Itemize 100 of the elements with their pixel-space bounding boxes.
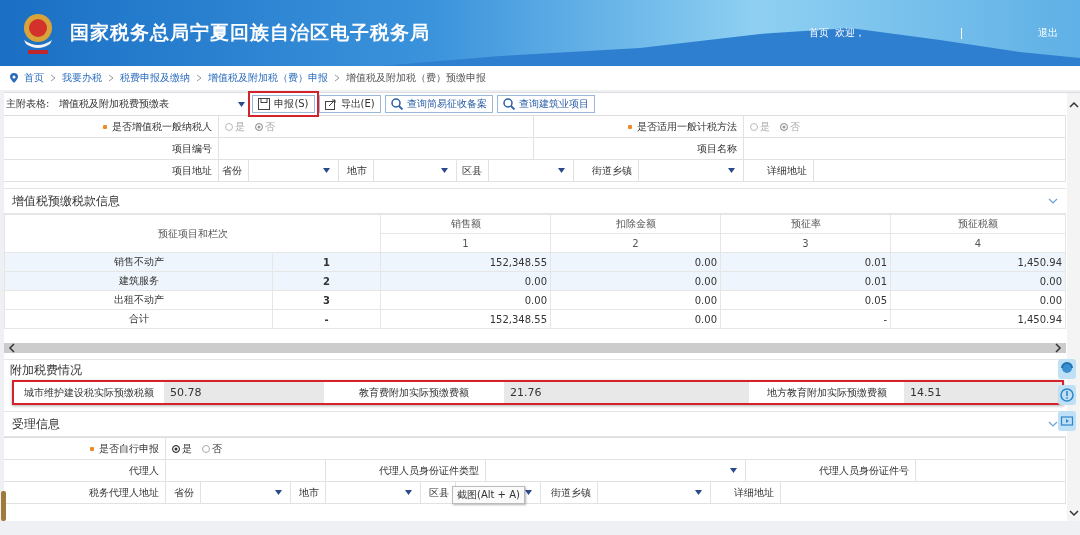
table-cell: 0.05 bbox=[720, 290, 891, 310]
video-icon bbox=[1058, 411, 1076, 431]
caret-icon bbox=[525, 490, 532, 495]
field-label: 地市 bbox=[299, 485, 319, 500]
chevron-right-icon bbox=[50, 74, 56, 82]
field-label: 详细地址 bbox=[734, 485, 774, 500]
table-cell: 3 bbox=[272, 290, 381, 310]
form-label: 主附表格: bbox=[6, 97, 50, 111]
field-label: 代理人 bbox=[129, 463, 159, 478]
radio-button[interactable] bbox=[202, 444, 210, 453]
table-cell: 合计 bbox=[4, 309, 273, 329]
column-header: 销售额 bbox=[380, 214, 551, 234]
chevron-right-icon bbox=[334, 74, 340, 82]
chevron-down-icon bbox=[1048, 198, 1058, 204]
breadcrumb-link[interactable]: 增值税及附加税（费）预缴申报 bbox=[346, 71, 486, 85]
field-label: 地方教育附加实际预缴费额 bbox=[749, 382, 904, 403]
chevron-right-icon bbox=[108, 74, 114, 82]
radio-option: 否 bbox=[780, 119, 800, 134]
field-label: 是否适用一般计税方法 bbox=[627, 119, 737, 134]
caret-icon bbox=[730, 468, 737, 473]
field-label: 税务代理人地址 bbox=[89, 485, 159, 500]
exclamation-icon bbox=[1058, 385, 1076, 405]
resize-handle[interactable] bbox=[1, 491, 6, 521]
column-number: 2 bbox=[550, 233, 721, 253]
breadcrumb-link[interactable]: 税费申报及缴纳 bbox=[120, 71, 190, 85]
readonly-field: 50.78 bbox=[164, 382, 324, 403]
radio-option[interactable]: 是 bbox=[172, 441, 192, 456]
location-pin-icon bbox=[10, 73, 18, 83]
search-button[interactable]: 查询建筑业项目 bbox=[496, 95, 595, 113]
field-label: 项目编号 bbox=[172, 141, 212, 156]
field-label: 城市维护建设税实际预缴税额 bbox=[14, 382, 164, 403]
scroll-down-icon bbox=[1068, 510, 1079, 517]
section-title: 受理信息 bbox=[12, 415, 60, 433]
tooltip: 截图(Alt + A) bbox=[452, 486, 525, 504]
column-header: 扣除金额 bbox=[550, 214, 721, 234]
caret-icon bbox=[238, 101, 246, 107]
field-label: 省份 bbox=[222, 163, 242, 178]
radio-option: 否 bbox=[255, 119, 275, 134]
search-icon bbox=[502, 98, 515, 110]
table-cell: - bbox=[272, 309, 381, 329]
home-link[interactable]: 首页 bbox=[809, 26, 829, 40]
field-label: 项目地址 bbox=[172, 163, 212, 178]
scroll-right-icon bbox=[1055, 343, 1062, 353]
breadcrumb-link[interactable]: 增值税及附加税（费）申报 bbox=[208, 71, 328, 85]
radio-option: 是 bbox=[750, 119, 770, 134]
caret-icon bbox=[695, 490, 702, 495]
caret-icon bbox=[275, 490, 282, 495]
search-button[interactable]: 查询简易征收备案 bbox=[384, 95, 493, 113]
breadcrumb-link[interactable]: 我要办税 bbox=[62, 71, 102, 85]
column-header: 预征项目和栏次 bbox=[4, 214, 381, 253]
caret-icon bbox=[728, 168, 735, 173]
field-label: 地市 bbox=[347, 163, 367, 178]
table-cell: 0.00 bbox=[380, 290, 551, 310]
export-icon bbox=[324, 98, 337, 110]
caret-icon bbox=[323, 168, 330, 173]
field-label: 区县 bbox=[462, 163, 482, 178]
column-number: 1 bbox=[380, 233, 551, 253]
table-cell: 0.00 bbox=[890, 290, 1066, 310]
field-label: 项目名称 bbox=[697, 141, 737, 156]
export-button[interactable]: 导出(E) bbox=[318, 95, 381, 113]
column-number: 4 bbox=[890, 233, 1066, 253]
scroll-left-icon bbox=[8, 343, 15, 353]
caret-icon bbox=[558, 168, 565, 173]
field-label: 街道乡镇 bbox=[592, 163, 632, 178]
radio-option[interactable]: 否 bbox=[202, 441, 222, 456]
radio-option: 是 bbox=[225, 119, 245, 134]
greeting-text: 欢迎， bbox=[835, 26, 865, 40]
chevron-down-icon bbox=[1048, 421, 1058, 427]
site-title: 国家税务总局宁夏回族自治区电子税务局 bbox=[70, 20, 430, 45]
chevron-right-icon bbox=[196, 74, 202, 82]
field-label: 是否增值税一般纳税人 bbox=[102, 119, 212, 134]
field-label: 是否自行申报 bbox=[89, 441, 159, 456]
breadcrumb-link[interactable]: 首页 bbox=[24, 71, 44, 85]
table-cell: 出租不动产 bbox=[4, 290, 273, 310]
horizontal-scrollbar[interactable] bbox=[4, 343, 1066, 353]
field-label: 详细地址 bbox=[767, 163, 807, 178]
table-cell: 0.00 bbox=[550, 309, 721, 329]
field-label: 区县 bbox=[429, 485, 449, 500]
field-label: 省份 bbox=[174, 485, 194, 500]
caret-icon bbox=[441, 168, 448, 173]
column-header: 预征税额 bbox=[890, 214, 1066, 234]
search-icon bbox=[390, 98, 403, 110]
table-cell: 152,348.55 bbox=[380, 309, 551, 329]
table-dropdown[interactable]: 增值税及附加税费预缴表 bbox=[56, 97, 249, 111]
field-label: 代理人员身份证件类型 bbox=[379, 463, 479, 478]
scroll-up-icon bbox=[1068, 101, 1079, 108]
section-title: 增值税预缴税款信息 bbox=[12, 192, 120, 210]
readonly-field: 21.76 bbox=[504, 382, 749, 403]
table-cell: 0.00 bbox=[550, 290, 721, 310]
field-label: 代理人员身份证件号 bbox=[819, 463, 909, 478]
readonly-field: 14.51 bbox=[904, 382, 1062, 403]
table-cell: - bbox=[720, 309, 891, 329]
table-cell: 1,450.94 bbox=[890, 309, 1066, 329]
field-label: 街道乡镇 bbox=[551, 485, 591, 500]
caret-icon bbox=[405, 490, 412, 495]
column-number: 3 bbox=[720, 233, 891, 253]
save-icon bbox=[258, 98, 271, 110]
radio-button[interactable] bbox=[172, 444, 180, 453]
column-header: 预征率 bbox=[720, 214, 891, 234]
field-label: 教育费附加实际预缴费额 bbox=[324, 382, 504, 403]
